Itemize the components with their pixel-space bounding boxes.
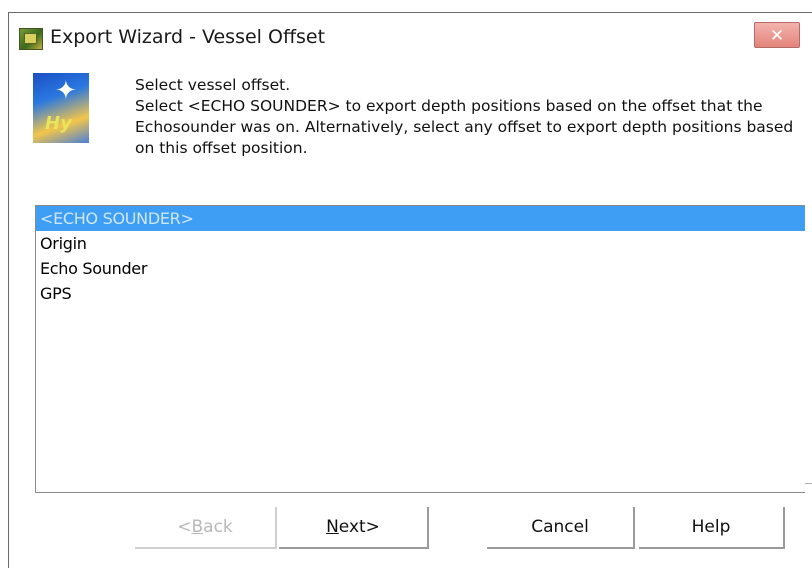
back-button-prefix: < [177, 517, 192, 537]
close-button[interactable]: ✕ [754, 22, 800, 48]
offset-list-item[interactable]: GPS [36, 281, 805, 306]
app-icon [19, 28, 43, 50]
window-title: Export Wizard - Vessel Offset [50, 26, 326, 48]
offset-list-item[interactable]: Origin [36, 231, 805, 256]
wizard-header: ✦ Hy Select vessel offset. Select <ECHO … [33, 71, 793, 171]
instruction-heading: Select vessel offset. [135, 76, 291, 94]
instructions: Select vessel offset. Select <ECHO SOUND… [135, 75, 795, 159]
next-button[interactable]: Next> [279, 507, 429, 549]
back-button-mnemonic: B [191, 517, 204, 537]
offset-listbox[interactable]: <ECHO SOUNDER> Origin Echo Sounder GPS [35, 205, 805, 493]
sparkle-icon: ✦ [55, 75, 77, 105]
back-button-rest: ack [203, 517, 233, 537]
offset-list-item[interactable]: <ECHO SOUNDER> [36, 206, 805, 231]
next-button-mnemonic: N [326, 517, 339, 537]
wizard-logo-image: ✦ Hy [33, 73, 89, 143]
button-bar: <Back Next> Cancel Help [9, 507, 812, 551]
title-bar[interactable]: Export Wizard - Vessel Offset ✕ [9, 13, 812, 57]
help-button[interactable]: Help [639, 507, 785, 549]
logo-text: Hy [45, 113, 72, 134]
next-button-rest: ext> [338, 517, 380, 537]
divider [805, 483, 812, 484]
instruction-body: Select <ECHO SOUNDER> to export depth po… [135, 97, 794, 157]
cancel-button[interactable]: Cancel [487, 507, 635, 549]
offset-list-item[interactable]: Echo Sounder [36, 256, 805, 281]
back-button[interactable]: <Back [135, 507, 277, 549]
export-wizard-window: Export Wizard - Vessel Offset ✕ ✦ Hy Sel… [8, 12, 812, 568]
